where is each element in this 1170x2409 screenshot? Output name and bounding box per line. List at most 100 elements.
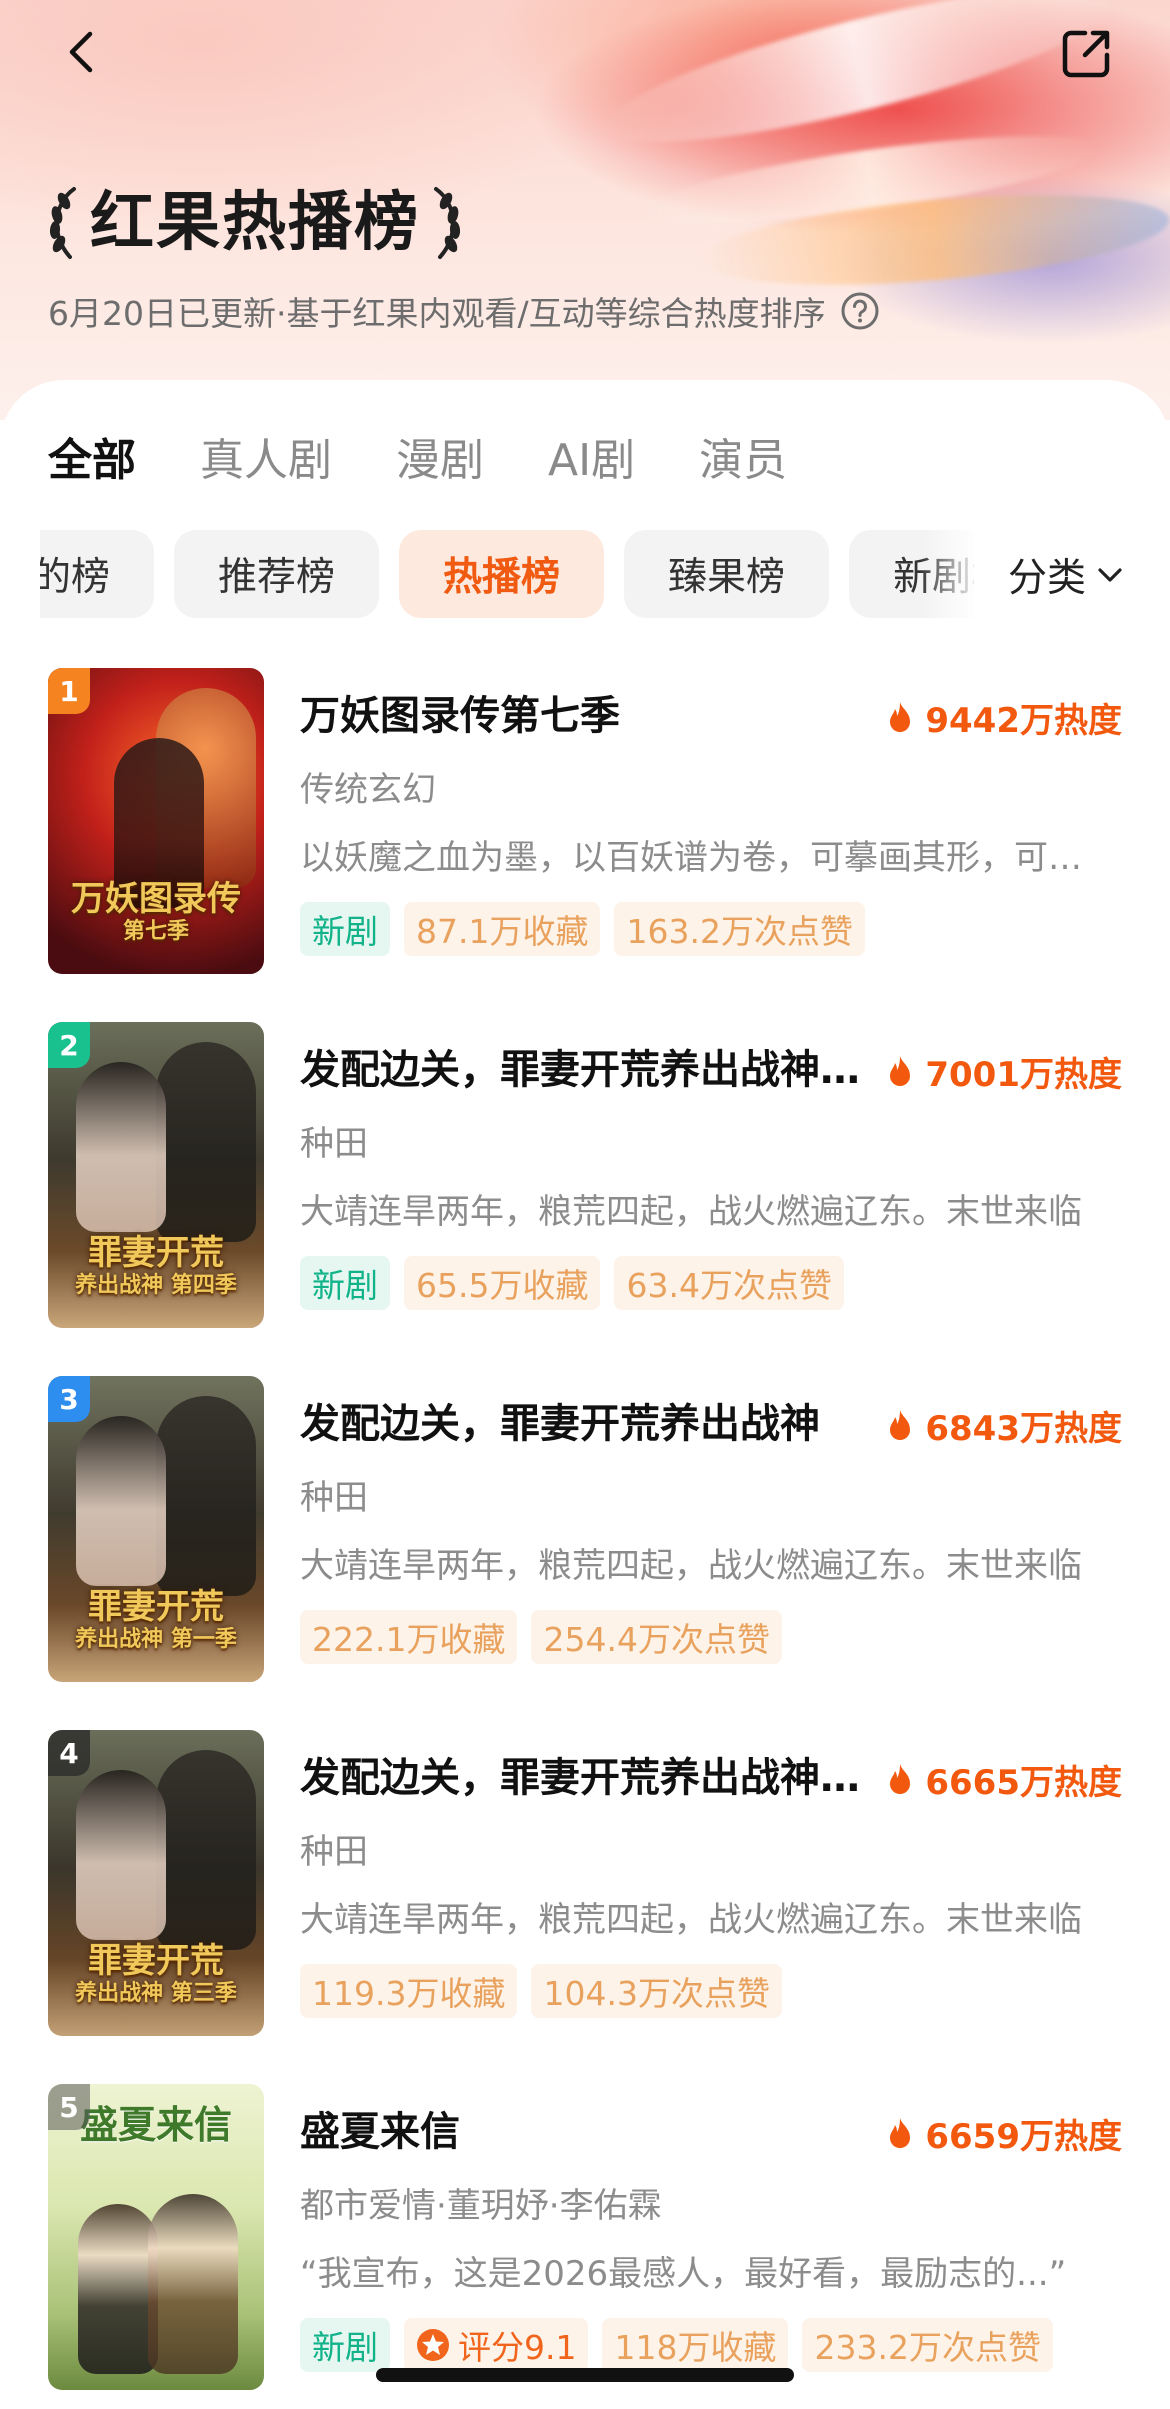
fire-icon bbox=[890, 702, 911, 732]
content-panel: 全部 真人剧 漫剧 AI剧 演员 的榜 推荐榜 热播榜 臻果榜 新剧榜 分类 bbox=[0, 380, 1170, 2409]
rating-text: 评分9.1 bbox=[458, 2328, 577, 2367]
drama-title[interactable]: 发配边关，罪妻开荒养出战神第四季 bbox=[300, 1042, 860, 1098]
subtitle-row: 6月20日已更新·基于红果内观看/互动等综合热度排序 bbox=[48, 286, 880, 336]
share-button[interactable] bbox=[1054, 22, 1118, 86]
share-icon bbox=[1062, 30, 1110, 78]
cover-title: 罪妻开荒 养出战神 第一季 bbox=[75, 1587, 237, 1652]
cover-title: 万妖图录传 第七季 bbox=[71, 879, 241, 944]
chevron-down-icon bbox=[1098, 568, 1122, 582]
likes-count: 254.4万次点赞 bbox=[531, 1610, 782, 1664]
new-badge: 新剧 bbox=[300, 2318, 390, 2372]
tab-live-action[interactable]: 真人剧 bbox=[200, 426, 332, 496]
favorites-count: 119.3万收藏 bbox=[300, 1964, 518, 2018]
fire-icon bbox=[890, 2118, 911, 2148]
rank-badge: 5 bbox=[48, 2084, 90, 2130]
genre-text: 传统玄幻 bbox=[300, 770, 436, 810]
favorites-count: 222.1万收藏 bbox=[300, 1610, 518, 1664]
list-item[interactable]: 万妖图录传 第七季 1 万妖图录传第七季 9442万热度 传统玄幻 以妖魔之血为… bbox=[0, 668, 1170, 1022]
home-indicator[interactable] bbox=[376, 2368, 794, 2382]
back-button[interactable] bbox=[52, 22, 112, 82]
genre-text: 都市爱情·董玥妤·李佑霖 bbox=[300, 2186, 662, 2226]
favorites-count: 65.5万收藏 bbox=[404, 1256, 601, 1310]
rank-badge: 4 bbox=[48, 1730, 90, 1776]
cover-art: 盛夏来信 bbox=[48, 2084, 264, 2390]
chips-fade bbox=[920, 530, 980, 620]
ranking-chips-row: 的榜 推荐榜 热播榜 臻果榜 新剧榜 分类 bbox=[0, 530, 1170, 620]
rank-badge: 2 bbox=[48, 1022, 90, 1068]
heat-text: 7001万热度 bbox=[925, 1054, 1122, 1095]
cover-image[interactable]: 万妖图录传 第七季 1 bbox=[48, 668, 264, 974]
category-label: 分类 bbox=[1008, 556, 1087, 601]
ranking-list: 万妖图录传 第七季 1 万妖图录传第七季 9442万热度 传统玄幻 以妖魔之血为… bbox=[0, 668, 1170, 2409]
rank-badge: 1 bbox=[48, 668, 90, 714]
cover-title: 罪妻开荒 养出战神 第三季 bbox=[75, 1941, 237, 2006]
favorites-count: 118万收藏 bbox=[602, 2318, 789, 2372]
ranking-chips-scroller[interactable]: 的榜 推荐榜 热播榜 臻果榜 新剧榜 bbox=[40, 530, 974, 620]
tab-all[interactable]: 全部 bbox=[48, 426, 136, 496]
cover-image[interactable]: 罪妻开荒 养出战神 第一季 3 bbox=[48, 1376, 264, 1682]
chip-ranking-partial[interactable]: 的榜 bbox=[40, 530, 155, 618]
heat-score: 6659万热度 bbox=[885, 2108, 1122, 2158]
likes-count: 233.2万次点赞 bbox=[802, 2318, 1053, 2372]
fire-icon bbox=[890, 1764, 911, 1794]
drama-title[interactable]: 发配边关，罪妻开荒养出战神 bbox=[300, 1396, 860, 1452]
chevron-left-icon bbox=[69, 31, 93, 73]
cover-title: 罪妻开荒 养出战神 第四季 bbox=[75, 1233, 237, 1298]
favorites-count: 87.1万收藏 bbox=[404, 902, 601, 956]
drama-title[interactable]: 万妖图录传第七季 bbox=[300, 688, 860, 744]
tag-row: 新剧 65.5万收藏 63.4万次点赞 bbox=[300, 1256, 858, 1310]
description-text: 大靖连旱两年，粮荒四起，战火燃遍辽东。末世来临 bbox=[300, 1192, 1082, 1232]
new-badge: 新剧 bbox=[300, 902, 390, 956]
tab-comics[interactable]: 漫剧 bbox=[396, 426, 484, 496]
likes-count: 63.4万次点赞 bbox=[614, 1256, 844, 1310]
drama-title[interactable]: 发配边关，罪妻开荒养出战神第三季 bbox=[300, 1750, 860, 1806]
rank-badge: 3 bbox=[48, 1376, 90, 1422]
chip-premium[interactable]: 臻果榜 bbox=[624, 530, 830, 618]
cover-art: 万妖图录传 第七季 bbox=[48, 668, 264, 974]
laurel-left-icon bbox=[49, 187, 76, 259]
heat-score: 9442万热度 bbox=[885, 692, 1122, 742]
main-tabs: 全部 真人剧 漫剧 AI剧 演员 bbox=[48, 426, 851, 496]
page-subtitle: 6月20日已更新·基于红果内观看/互动等综合热度排序 bbox=[48, 294, 826, 333]
genre-text: 种田 bbox=[300, 1478, 368, 1518]
cover-image[interactable]: 罪妻开荒 养出战神 第三季 4 bbox=[48, 1730, 264, 2036]
fire-icon bbox=[890, 1056, 911, 1086]
page-title: 红果热播榜 bbox=[90, 186, 420, 260]
rating-badge: 评分9.1 bbox=[404, 2318, 589, 2372]
tab-ai[interactable]: AI剧 bbox=[548, 426, 635, 496]
list-item[interactable]: 盛夏来信 5 盛夏来信 6659万热度 都市爱情·董玥妤·李佑霖 “我宣布，这是… bbox=[0, 2084, 1170, 2409]
fire-icon bbox=[890, 1410, 911, 1440]
tag-row: 119.3万收藏 104.3万次点赞 bbox=[300, 1964, 796, 2018]
heat-score: 7001万热度 bbox=[885, 1046, 1122, 1096]
header: 红果热播榜 6月20日已更新·基于红果内观看/互动等综合热度排序 bbox=[0, 0, 1170, 420]
description-text: 大靖连旱两年，粮荒四起，战火燃遍辽东。末世来临 bbox=[300, 1900, 1082, 1940]
list-item[interactable]: 罪妻开荒 养出战神 第一季 3 发配边关，罪妻开荒养出战神 6843万热度 种田… bbox=[0, 1376, 1170, 1730]
chip-hot[interactable]: 热播榜 bbox=[399, 530, 605, 618]
star-badge-icon bbox=[417, 2329, 449, 2361]
drama-title[interactable]: 盛夏来信 bbox=[300, 2104, 860, 2160]
description-text: 以妖魔之血为墨，以百妖谱为卷，可摹画其形，可借用其力 bbox=[300, 838, 1092, 878]
cover-art: 罪妻开荒 养出战神 第三季 bbox=[48, 1730, 264, 2036]
page-title-row: 红果热播榜 bbox=[44, 178, 466, 268]
genre-text: 种田 bbox=[300, 1124, 368, 1164]
heat-text: 6659万热度 bbox=[925, 2116, 1122, 2157]
cover-image[interactable]: 罪妻开荒 养出战神 第四季 2 bbox=[48, 1022, 264, 1328]
tag-row: 新剧 评分9.1 118万收藏 233.2万次点赞 bbox=[300, 2318, 1067, 2372]
list-item[interactable]: 罪妻开荒 养出战神 第三季 4 发配边关，罪妻开荒养出战神第三季 6665万热度… bbox=[0, 1730, 1170, 2084]
chip-recommend[interactable]: 推荐榜 bbox=[174, 530, 380, 618]
tab-actors[interactable]: 演员 bbox=[699, 426, 787, 496]
tag-row: 新剧 87.1万收藏 163.2万次点赞 bbox=[300, 902, 879, 956]
genre-text: 种田 bbox=[300, 1832, 368, 1872]
cover-image[interactable]: 盛夏来信 5 bbox=[48, 2084, 264, 2390]
heat-score: 6843万热度 bbox=[885, 1400, 1122, 1450]
cover-art: 罪妻开荒 养出战神 第一季 bbox=[48, 1376, 264, 1682]
likes-count: 104.3万次点赞 bbox=[531, 1964, 782, 2018]
description-text: “我宣布，这是2026最感人，最好看，最励志的...” bbox=[300, 2254, 1067, 2294]
question-circle-icon[interactable] bbox=[840, 291, 880, 331]
heat-text: 9442万热度 bbox=[925, 700, 1122, 741]
cover-art: 罪妻开荒 养出战神 第四季 bbox=[48, 1022, 264, 1328]
description-text: 大靖连旱两年，粮荒四起，战火燃遍辽东。末世来临 bbox=[300, 1546, 1082, 1586]
laurel-right-icon bbox=[434, 187, 461, 259]
category-button[interactable]: 分类 bbox=[1008, 530, 1126, 620]
list-item[interactable]: 罪妻开荒 养出战神 第四季 2 发配边关，罪妻开荒养出战神第四季 7001万热度… bbox=[0, 1022, 1170, 1376]
